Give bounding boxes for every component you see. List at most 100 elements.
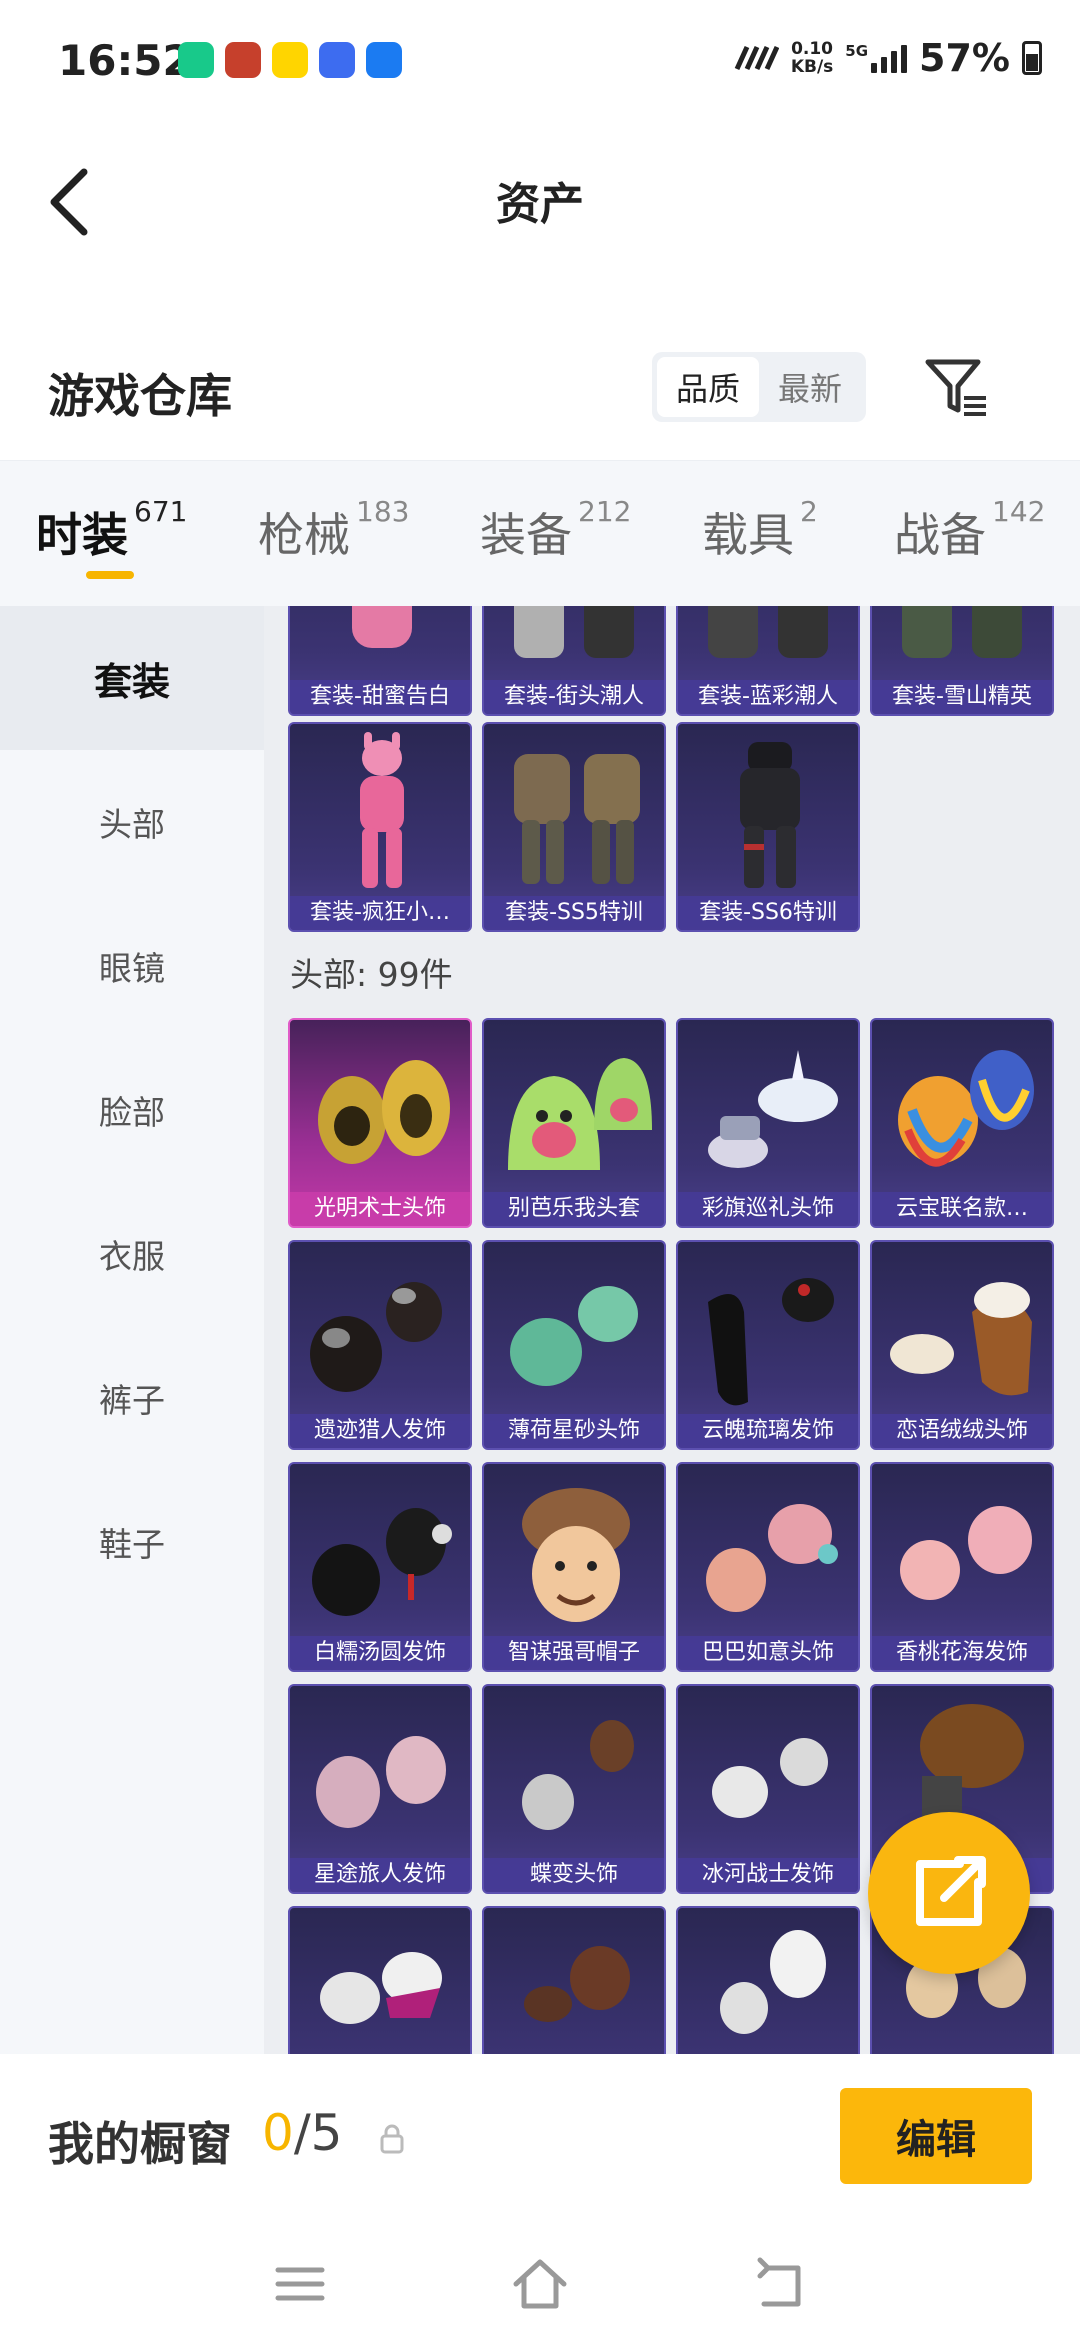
item-image	[352, 606, 412, 648]
item-image	[712, 1738, 828, 1818]
showcase-count: 0/5	[262, 2104, 343, 2162]
item-image	[510, 1286, 638, 1386]
top-nav: 资产	[0, 120, 1080, 280]
sort-toggle: 品质 最新	[652, 352, 866, 422]
item-tile[interactable]: 套装-SS6特训	[676, 722, 860, 932]
item-image	[708, 606, 828, 658]
notification-app-icons	[178, 42, 402, 78]
signal-icon	[871, 43, 908, 73]
item-image	[316, 1736, 446, 1828]
filter-icon[interactable]	[920, 352, 992, 424]
share-external-icon	[916, 1856, 986, 1926]
showcase-bar: 我的橱窗 0/5 编辑	[0, 2054, 1080, 2224]
sidebar-item-clothes[interactable]: 衣服	[0, 1182, 264, 1326]
tab-guns[interactable]: 枪械 183	[258, 495, 409, 579]
category-tabs: 时装 671 枪械 183 装备 212 载具 2 战备 142	[0, 460, 1080, 606]
item-image	[890, 1282, 1032, 1396]
sidebar-item-pants[interactable]: 裤子	[0, 1326, 264, 1470]
head-row: 遗迹猎人发饰 薄荷星砂头饰 云魄琉璃发饰 恋语绒绒头饰	[288, 1240, 1054, 1450]
sidebar-item-suit[interactable]: 套装	[0, 606, 264, 750]
item-image	[508, 1058, 652, 1170]
back-icon[interactable]	[750, 2254, 810, 2314]
sidebar-item-head[interactable]: 头部	[0, 750, 264, 894]
battery-icon	[1022, 41, 1042, 75]
item-tile[interactable]: 蝶变头饰	[482, 1684, 666, 1894]
vivo-notification-icon	[319, 42, 355, 78]
item-tile[interactable]: 云魄琉璃发饰	[676, 1240, 860, 1450]
item-tile[interactable]: 恋语绒绒头饰	[870, 1240, 1054, 1450]
lock-icon	[380, 2124, 404, 2154]
tab-equipment[interactable]: 装备 212	[480, 495, 631, 579]
item-image	[360, 732, 404, 888]
sidebar-item-face[interactable]: 脸部	[0, 1038, 264, 1182]
item-image	[902, 606, 1022, 658]
item-image	[706, 1504, 838, 1612]
suit-row: 套装-甜蜜告白 套装-街头潮人 套装-蓝彩潮人 套装-雪山精英	[288, 606, 1054, 716]
sort-quality-option[interactable]: 品质	[657, 357, 759, 417]
item-image	[514, 606, 634, 658]
item-tile[interactable]: 套装-疯狂小…	[288, 722, 472, 932]
app-notification-icon	[272, 42, 308, 78]
sort-newest-option[interactable]: 最新	[759, 357, 861, 417]
network-type: 5G	[845, 42, 869, 60]
active-tab-indicator	[86, 571, 134, 579]
item-image	[522, 1720, 634, 1830]
item-tile[interactable]: 光明术士头饰	[288, 1018, 472, 1228]
item-image	[720, 1930, 826, 2034]
edit-button[interactable]: 编辑	[840, 2088, 1032, 2184]
item-image	[310, 1282, 442, 1392]
item-image	[312, 1508, 452, 1616]
item-tile[interactable]: 套装-雪山精英	[870, 606, 1054, 716]
item-tile[interactable]: 套装-SS5特训	[482, 722, 666, 932]
item-tile[interactable]: 星途旅人发饰	[288, 1684, 472, 1894]
sidebar-item-glasses[interactable]: 眼镜	[0, 894, 264, 1038]
item-image	[708, 1278, 834, 1406]
item-tile[interactable]: 薄荷星砂头饰	[482, 1240, 666, 1450]
item-tile[interactable]: 巴巴如意头饰	[676, 1462, 860, 1672]
item-tile[interactable]: 香桃花海发饰	[870, 1462, 1054, 1672]
item-tile[interactable]: 套装-甜蜜告白	[288, 606, 472, 716]
item-tile[interactable]	[482, 1906, 666, 2054]
menu-icon[interactable]	[270, 2254, 330, 2314]
item-tile[interactable]: 套装-街头潮人	[482, 606, 666, 716]
item-tile[interactable]	[676, 1906, 860, 2054]
item-image	[708, 1050, 838, 1168]
warehouse-title: 游戏仓库	[48, 369, 232, 423]
home-icon[interactable]	[510, 2254, 570, 2314]
item-image	[524, 1946, 630, 2022]
suit-row: 套装-疯狂小… 套装-SS5特训 套装-SS6特训	[288, 722, 860, 932]
head-row: 白糯汤圆发饰 智谋强哥帽子 巴巴如意头饰 香桃花海发饰	[288, 1462, 1054, 1672]
item-tile[interactable]: 云宝联名款…	[870, 1018, 1054, 1228]
item-tile[interactable]: 遗迹猎人发饰	[288, 1240, 472, 1450]
item-tile[interactable]: 白糯汤圆发饰	[288, 1462, 472, 1672]
section-title-head: 头部: 99件	[290, 955, 453, 994]
share-fab-button[interactable]	[868, 1812, 1030, 1974]
item-tile[interactable]	[288, 1906, 472, 2054]
item-tile[interactable]: 套装-蓝彩潮人	[676, 606, 860, 716]
warehouse-header: 游戏仓库 品质 最新	[0, 330, 1080, 450]
signal-brand-icon	[734, 45, 779, 71]
upload-notification-icon	[366, 42, 402, 78]
sidebar-item-shoes[interactable]: 鞋子	[0, 1470, 264, 1614]
network-speed: 0.10 KB/s	[790, 39, 834, 77]
item-image	[740, 742, 800, 888]
item-tile[interactable]: 彩旗巡礼头饰	[676, 1018, 860, 1228]
item-tile[interactable]: 冰河战士发饰	[676, 1684, 860, 1894]
head-row: 光明术士头饰 别芭乐我头套 彩旗巡礼头饰 云宝联名款…	[288, 1018, 1054, 1228]
subcategory-sidebar: 套装 头部 眼镜 脸部 衣服 裤子 鞋子	[0, 606, 264, 2054]
system-navigation-bar	[0, 2224, 1080, 2344]
item-tile[interactable]: 别芭乐我头套	[482, 1018, 666, 1228]
item-image	[320, 1952, 442, 2024]
tab-supplies[interactable]: 战备 142	[894, 495, 1045, 579]
page-title: 资产	[496, 179, 584, 230]
item-image	[522, 1488, 630, 1622]
status-bar: 16:52 0.10 KB/s 5G 57%	[0, 0, 1080, 120]
game-notification-icon	[225, 42, 261, 78]
app-notification-icon	[178, 42, 214, 78]
item-image	[318, 1060, 450, 1164]
item-image	[900, 1506, 1032, 1600]
status-time: 16:52	[58, 36, 192, 85]
tab-fashion[interactable]: 时装 671	[36, 495, 187, 579]
item-tile[interactable]: 智谋强哥帽子	[482, 1462, 666, 1672]
tab-vehicles[interactable]: 载具 2	[702, 495, 818, 579]
